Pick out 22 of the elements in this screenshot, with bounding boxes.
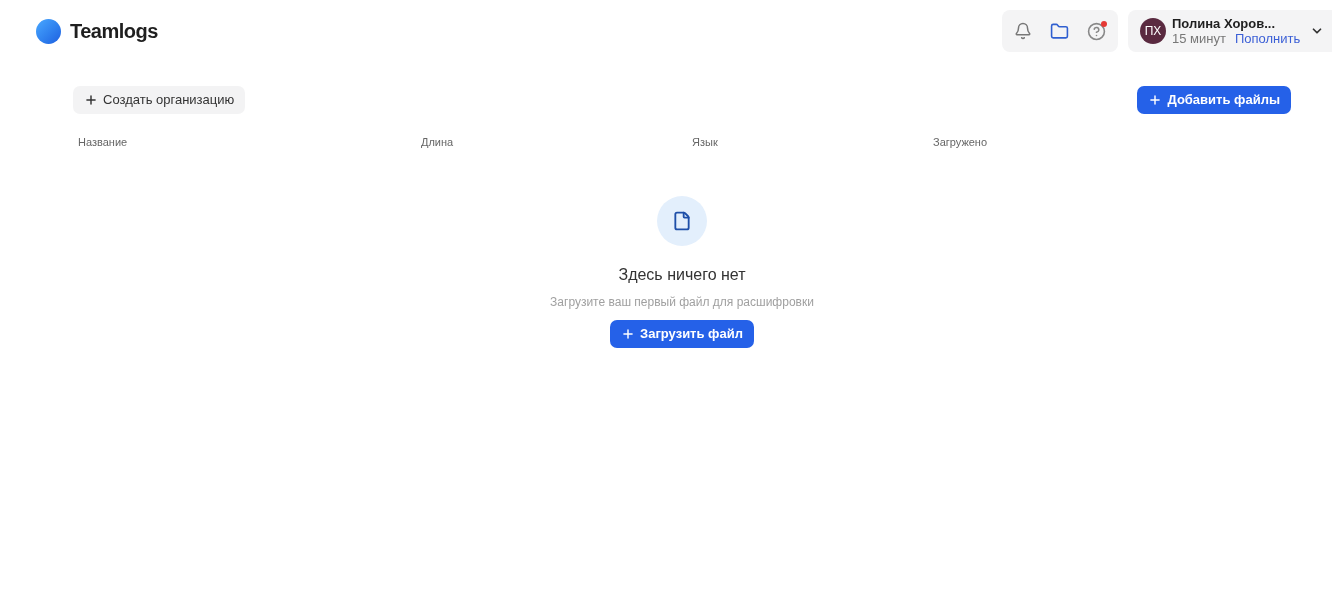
top-up-link[interactable]: Пополнить [1234, 31, 1301, 46]
folder-icon[interactable] [1050, 21, 1069, 41]
empty-state-subtitle: Загрузите ваш первый файл для расшифровки [550, 293, 814, 311]
add-files-button[interactable]: Добавить файлы [1137, 86, 1291, 114]
upload-file-button[interactable]: Загрузить файл [610, 319, 754, 348]
plus-icon [621, 326, 636, 341]
logo-text: Teamlogs [70, 19, 158, 44]
empty-state-title: Здесь ничего нет [618, 264, 746, 285]
column-header: Длина [421, 136, 454, 148]
balance-text: 15 минут [1172, 31, 1226, 46]
notifications-icon[interactable] [1014, 22, 1032, 40]
user-name: Полина Хоров... [1172, 16, 1277, 31]
plus-icon [84, 93, 98, 107]
column-header: Язык [692, 136, 718, 148]
column-header: Название [78, 136, 128, 148]
column-header: Загружено [933, 136, 988, 148]
create-organization-button[interactable]: Создать организацию [73, 86, 246, 114]
file-icon [657, 195, 707, 246]
user-avatar: ПХ [1140, 18, 1166, 44]
help-icon[interactable] [1087, 21, 1106, 41]
plus-icon [1148, 93, 1163, 107]
logo-icon [36, 18, 61, 44]
